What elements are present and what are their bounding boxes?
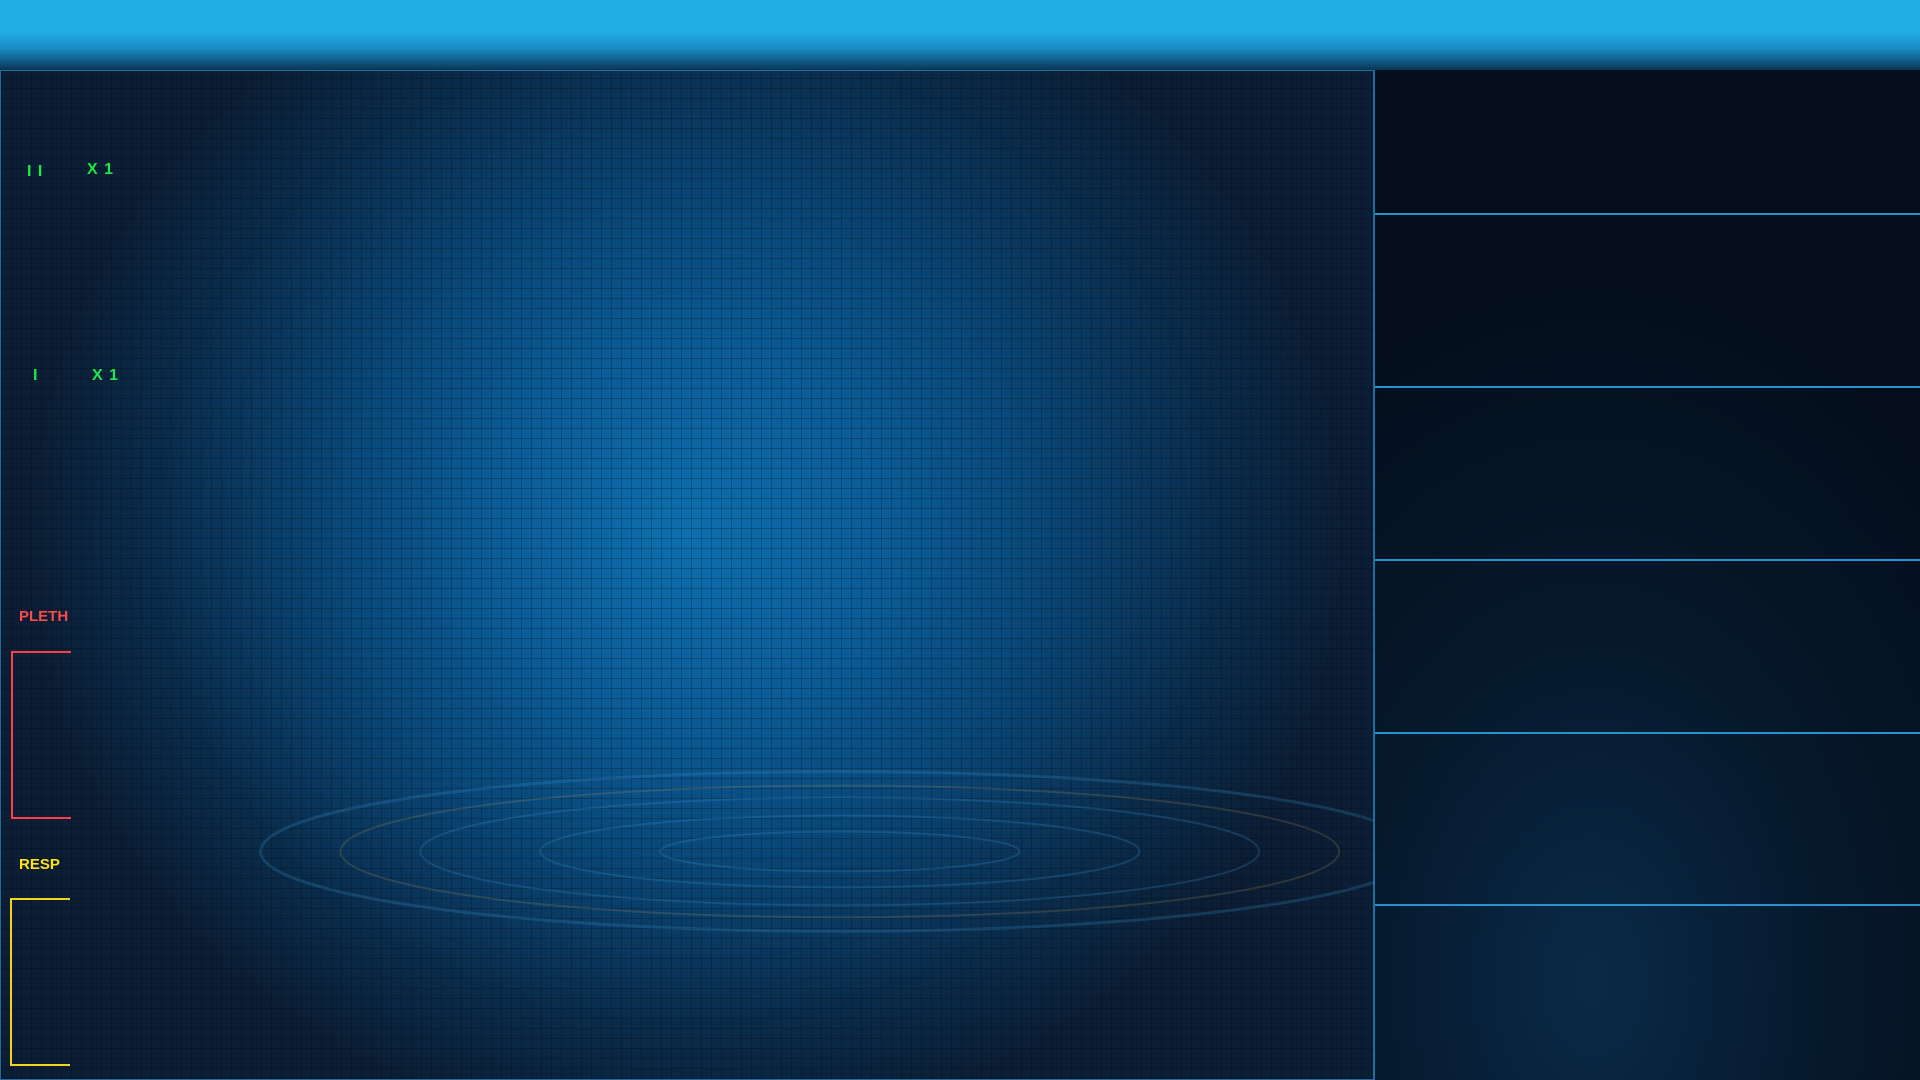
resp-label[interactable]: RESP (19, 856, 60, 873)
waveform-area: I I X 1 I X 1 PLETH RESP (0, 70, 1374, 1080)
parameter-panel-6[interactable] (1375, 906, 1920, 1080)
pleth-scale-bracket (11, 651, 71, 819)
parameter-panel-5[interactable] (1375, 734, 1920, 906)
parameter-panel-1[interactable] (1375, 70, 1920, 215)
background-rings-decoration (259, 770, 1373, 933)
parameter-panel-4[interactable] (1375, 561, 1920, 734)
parameter-panel-2[interactable] (1375, 215, 1920, 388)
ecg-lead-ii-label[interactable]: I I (27, 163, 43, 181)
top-status-bar (0, 0, 1920, 70)
parameter-panel-column (1374, 70, 1920, 1080)
ecg-lead-i-label[interactable]: I (33, 367, 38, 385)
ecg-lead-ii-gain[interactable]: X 1 (87, 161, 114, 179)
resp-scale-bracket (10, 898, 70, 1066)
parameter-panel-3[interactable] (1375, 388, 1920, 561)
pleth-label[interactable]: PLETH (19, 608, 68, 625)
ecg-lead-i-gain[interactable]: X 1 (92, 367, 119, 385)
